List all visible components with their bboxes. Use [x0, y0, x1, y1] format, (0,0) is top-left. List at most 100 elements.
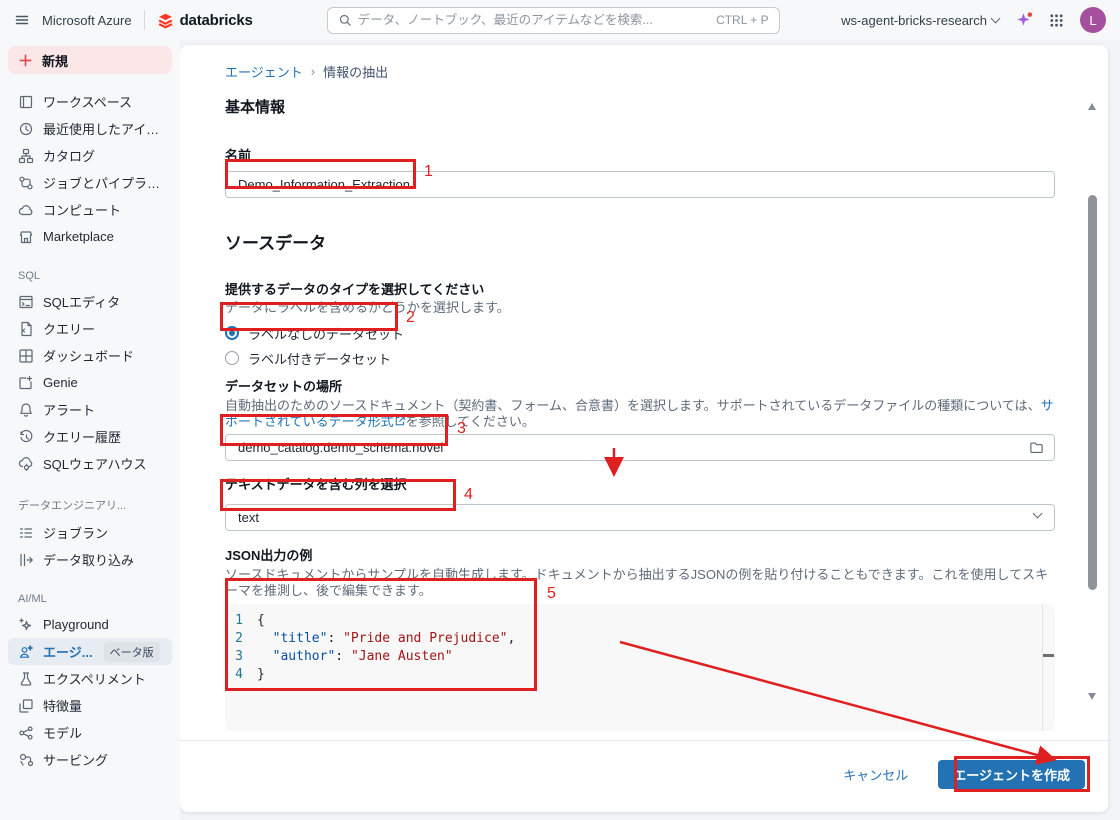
new-button[interactable]: 新規: [8, 46, 172, 74]
scrollbar-up-icon[interactable]: [1088, 103, 1096, 110]
line-number: 3: [235, 649, 243, 664]
menu-icon[interactable]: [14, 12, 30, 28]
topbar-divider: [143, 10, 145, 30]
ingest-icon: [20, 553, 33, 566]
create-agent-button[interactable]: エージェントを作成: [938, 759, 1085, 789]
sidebar-item-genie[interactable]: Genie: [8, 369, 172, 396]
radio-unselected-icon[interactable]: [225, 351, 239, 365]
radio-labeled-label: ラベル付きデータセット: [248, 351, 392, 367]
sidebar-item-marketplace[interactable]: Marketplace: [8, 223, 172, 250]
text-column-value[interactable]: [225, 504, 1055, 531]
sidebar-item-label: Marketplace: [43, 229, 114, 244]
sidebar-item-queries[interactable]: クエリー: [8, 315, 172, 342]
scrollbar-thumb[interactable]: [1088, 195, 1097, 590]
code-token: }: [257, 667, 265, 682]
sidebar-section-sql: SQL: [18, 270, 41, 282]
sidebar-item-label: エージ...: [43, 645, 93, 660]
code-line: 4}: [225, 666, 1055, 684]
databricks-logo[interactable]: databricks: [157, 12, 253, 29]
global-search[interactable]: CTRL + P: [326, 6, 780, 34]
sidebar-item-serving[interactable]: サービング: [8, 746, 172, 773]
code-token: "title": [272, 631, 328, 646]
sidebar-item-experiments[interactable]: エクスペリメント: [8, 665, 172, 692]
sidebar-item-compute[interactable]: コンピュート: [8, 196, 172, 223]
sidebar-item-playground[interactable]: Playground: [8, 611, 172, 638]
warehouse-icon: [18, 456, 33, 471]
workspace-icon: [19, 95, 33, 108]
main-panel: エージェント › 情報の抽出 基本情報 名前 ソースデータ 提供するデータのタイ…: [180, 45, 1108, 812]
genie-icon: [19, 375, 33, 389]
serving-icon: [19, 753, 34, 766]
chevron-down-icon: [990, 13, 1001, 24]
line-number: 4: [235, 667, 243, 682]
sidebar-item-label: データ取り込み: [43, 553, 135, 568]
assistant-sparkle-icon[interactable]: [1015, 11, 1033, 29]
location-help-prefix: 自動抽出のためのソースドキュメント（契約書、フォーム、合意書）を選択します。サポ…: [225, 398, 1041, 413]
sidebar-item-label: エクスペリメント: [43, 672, 146, 687]
sidebar-item-sql-warehouses[interactable]: SQLウェアハウス: [8, 450, 172, 477]
radio-labeled-dataset[interactable]: ラベル付きデータセット: [225, 348, 1055, 368]
search-shortcut: CTRL + P: [716, 13, 769, 27]
sidebar-item-job-runs[interactable]: ジョブラン: [8, 519, 172, 546]
experiment-icon: [20, 671, 32, 686]
sidebar-item-alerts[interactable]: アラート: [8, 396, 172, 423]
text-column-select[interactable]: [225, 504, 1055, 531]
cancel-button[interactable]: キャンセル: [843, 765, 908, 784]
alert-bell-icon: [20, 402, 32, 417]
sidebar-item-label: モデル: [43, 726, 83, 741]
scrollbar-down-icon[interactable]: [1088, 693, 1096, 700]
data-type-label: 提供するデータのタイプを選択してください: [225, 282, 485, 297]
workspace-switcher[interactable]: ws-agent-bricks-research: [841, 13, 1001, 28]
sidebar-item-label: ジョブラン: [43, 526, 109, 541]
dataset-location-input[interactable]: [225, 434, 1055, 461]
editor-scrollbar[interactable]: [1042, 604, 1055, 731]
sidebar-section-ai-ml: AI/ML: [18, 593, 47, 605]
sql-editor-icon: [19, 295, 33, 308]
sidebar-item-features[interactable]: 特徴量: [8, 692, 172, 719]
sidebar-item-label: 特徴量: [43, 699, 83, 714]
footer-actions: キャンセル エージェントを作成: [843, 759, 1085, 789]
sidebar-item-workspace[interactable]: ワークスペース: [8, 88, 172, 115]
breadcrumb: エージェント › 情報の抽出: [225, 62, 1055, 81]
sidebar-item-query-history[interactable]: クエリー履歴: [8, 423, 172, 450]
avatar[interactable]: L: [1080, 7, 1106, 33]
breadcrumb-agents-link[interactable]: エージェント: [225, 62, 303, 81]
code-token: :: [335, 649, 351, 664]
code-token: "Jane Austen": [350, 649, 453, 664]
sidebar-item-agents[interactable]: エージ... ベータ版: [8, 638, 172, 665]
folder-icon[interactable]: [1029, 440, 1044, 455]
external-link-icon[interactable]: [394, 415, 406, 427]
agents-icon: [19, 644, 33, 658]
databricks-logo-icon: [158, 13, 172, 29]
radio-unlabeled-dataset[interactable]: ラベルなしのデータセット: [225, 322, 1055, 344]
app-grid-icon[interactable]: [1049, 13, 1064, 28]
sidebar-item-models[interactable]: モデル: [8, 719, 172, 746]
code-line: 1{: [225, 612, 1055, 630]
models-icon: [19, 725, 33, 740]
top-bar: Microsoft Azure databricks CTRL + P ws-a…: [0, 0, 1120, 40]
sidebar-item-catalog[interactable]: カタログ: [8, 142, 172, 169]
json-code-editor[interactable]: 1{ 2 "title": "Pride and Prejudice", 3 "…: [225, 604, 1055, 731]
job-runs-icon: [19, 527, 33, 538]
query-icon: [21, 321, 32, 336]
text-column-label: テキストデータを含む列を選択: [225, 477, 407, 492]
code-token: {: [257, 613, 265, 628]
plus-icon: [19, 54, 32, 66]
location-help-suffix: を参照してください。: [405, 414, 535, 429]
sidebar-item-recents[interactable]: 最近使用したアイテ...: [8, 115, 172, 142]
marketplace-icon: [19, 230, 33, 243]
sidebar-item-sql-editor[interactable]: SQLエディタ: [8, 288, 172, 315]
editor-scrollbar-thumb[interactable]: [1043, 654, 1054, 657]
source-data-title: ソースデータ: [225, 234, 327, 253]
breadcrumb-separator: ›: [310, 64, 316, 79]
sidebar-item-label: コンピュート: [43, 203, 122, 218]
sidebar-item-jobs-pipelines[interactable]: ジョブとパイプライ...: [8, 169, 172, 196]
sidebar-item-label: クエリー履歴: [43, 430, 122, 445]
history-icon: [20, 429, 33, 442]
clock-icon: [19, 122, 33, 135]
sidebar-item-dashboards[interactable]: ダッシュボード: [8, 342, 172, 369]
name-input[interactable]: [225, 171, 1055, 198]
search-input[interactable]: [357, 13, 711, 27]
sidebar-item-data-ingestion[interactable]: データ取り込み: [8, 546, 172, 573]
radio-selected-icon[interactable]: [225, 326, 239, 340]
